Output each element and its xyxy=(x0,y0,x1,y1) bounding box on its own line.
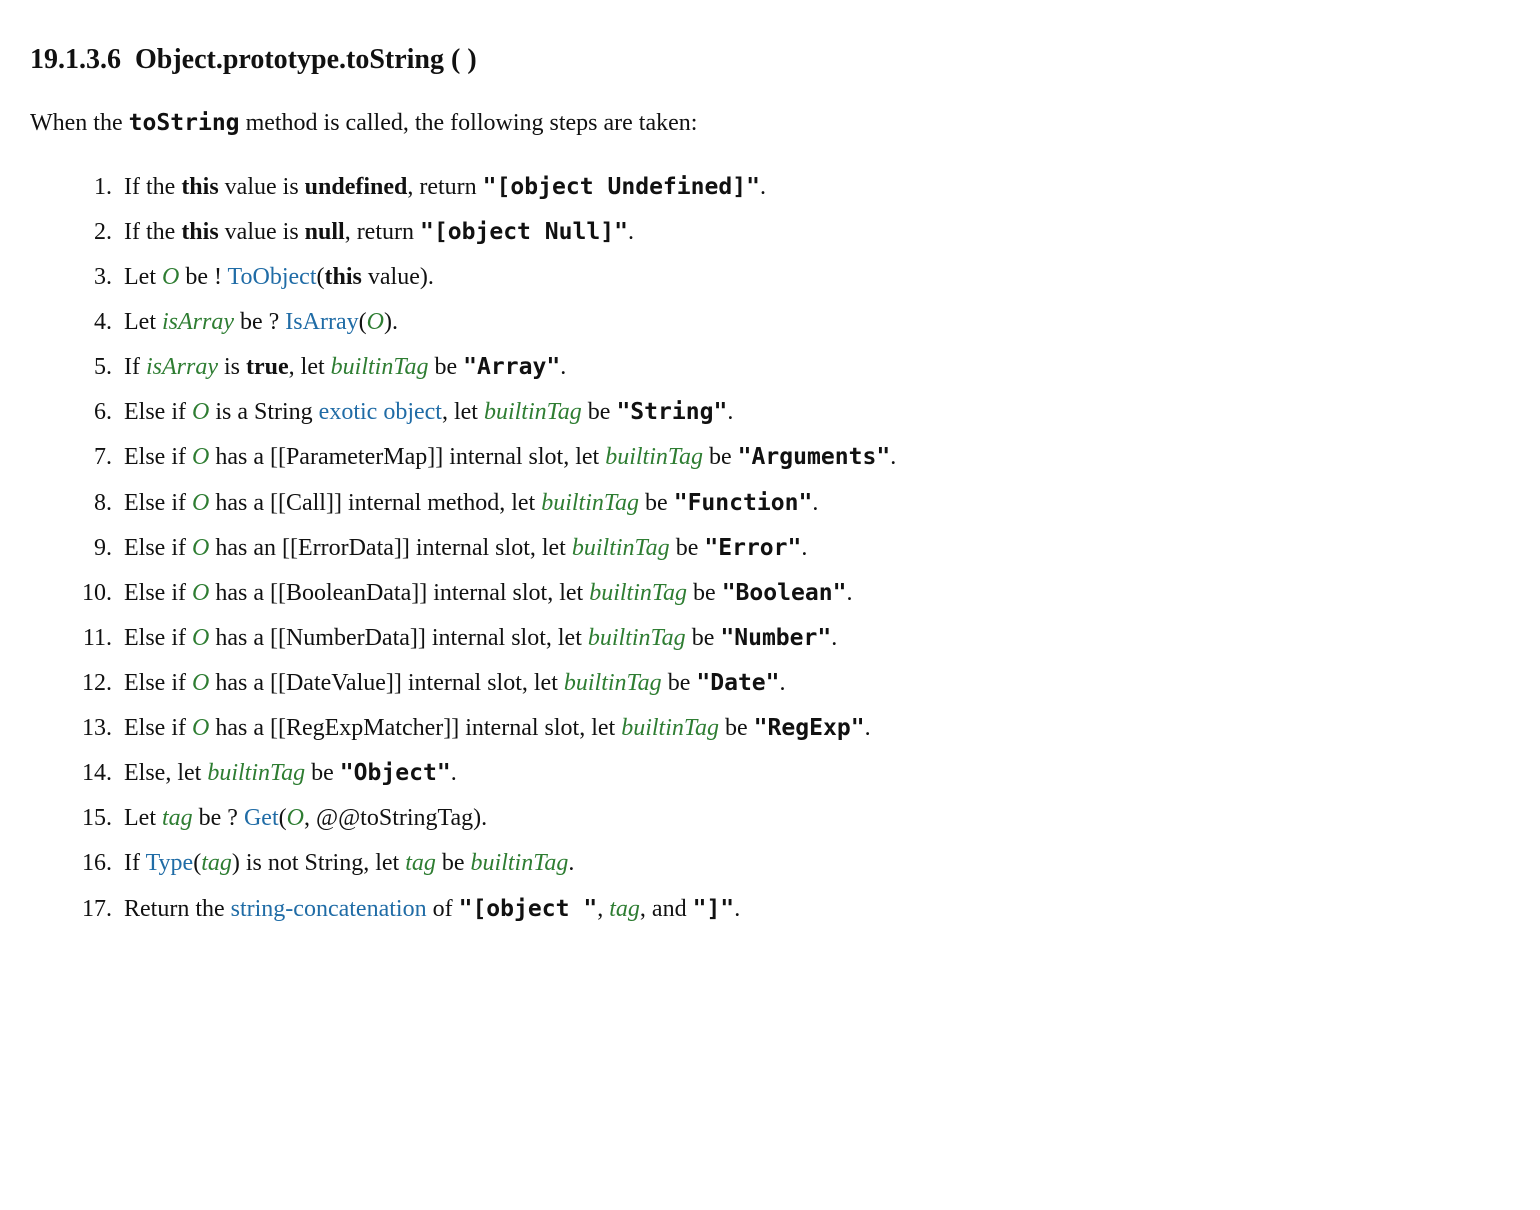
var-builtintag: builtinTag xyxy=(589,580,687,606)
undefined-keyword: undefined xyxy=(305,174,408,200)
tag-value: "Array" xyxy=(463,354,560,380)
var-O: O xyxy=(162,264,179,290)
step-17: Return the string-concatenation of "[obj… xyxy=(118,887,1510,932)
var-O: O xyxy=(192,625,209,651)
step-15: Let tag be ? Get(O, @@toStringTag). xyxy=(118,796,1510,841)
true-keyword: true xyxy=(246,354,289,380)
var-O: O xyxy=(287,805,304,831)
step-10: Else if O has a [[BooleanData]] internal… xyxy=(118,571,1510,616)
step-2: If the this value is null, return "[obje… xyxy=(118,210,1510,255)
var-isarray: isArray xyxy=(146,354,218,380)
step-4: Let isArray be ? IsArray(O). xyxy=(118,300,1510,345)
tag-value: "Object" xyxy=(340,760,451,786)
var-builtintag: builtinTag xyxy=(484,399,582,425)
var-tag: tag xyxy=(162,805,193,831)
var-O: O xyxy=(192,715,209,741)
get-link[interactable]: Get xyxy=(244,805,279,831)
step-12: Else if O has a [[DateValue]] internal s… xyxy=(118,661,1510,706)
tag-value: "RegExp" xyxy=(754,715,865,741)
type-link[interactable]: Type xyxy=(146,850,194,876)
section-title: Object.prototype.toString ( ) xyxy=(135,44,477,75)
var-O: O xyxy=(367,309,384,335)
exotic-object-link[interactable]: exotic object xyxy=(319,399,442,425)
var-tag: tag xyxy=(609,896,640,922)
var-builtintag: builtinTag xyxy=(564,670,662,696)
step-9: Else if O has an [[ErrorData]] internal … xyxy=(118,526,1510,571)
step-1: If the this value is undefined, return "… xyxy=(118,165,1510,210)
return-value: "[object Undefined]" xyxy=(483,174,760,200)
var-tag: tag xyxy=(405,850,436,876)
tag-value: "Number" xyxy=(720,625,831,651)
return-value: "[object Null]" xyxy=(420,219,628,245)
isarray-link[interactable]: IsArray xyxy=(285,309,358,335)
var-O: O xyxy=(192,399,209,425)
tag-value: "Error" xyxy=(704,535,801,561)
tag-value: "Arguments" xyxy=(738,444,891,470)
toobject-link[interactable]: ToObject xyxy=(228,264,317,290)
tag-value: "Date" xyxy=(696,670,779,696)
step-8: Else if O has a [[Call]] internal method… xyxy=(118,481,1510,526)
var-O: O xyxy=(192,490,209,516)
var-builtintag: builtinTag xyxy=(605,444,703,470)
this-keyword: this xyxy=(325,264,362,290)
tag-value: "Function" xyxy=(674,490,813,516)
section-heading: 19.1.3.6 Object.prototype.toString ( ) xyxy=(30,40,1510,79)
step-5: If isArray is true, let builtinTag be "A… xyxy=(118,345,1510,390)
algorithm-list: If the this value is undefined, return "… xyxy=(70,165,1510,932)
var-builtintag: builtinTag xyxy=(207,760,305,786)
null-keyword: null xyxy=(305,219,345,245)
var-builtintag: builtinTag xyxy=(331,354,429,380)
this-keyword: this xyxy=(181,174,218,200)
intro-method: toString xyxy=(129,110,240,136)
tag-value: "Boolean" xyxy=(722,580,847,606)
step-3: Let O be ! ToObject(this value). xyxy=(118,255,1510,300)
tag-value: "String" xyxy=(616,399,727,425)
var-builtintag: builtinTag xyxy=(588,625,686,651)
var-builtintag: builtinTag xyxy=(621,715,719,741)
step-14: Else, let builtinTag be "Object". xyxy=(118,751,1510,796)
var-builtintag: builtinTag xyxy=(541,490,639,516)
var-tag: tag xyxy=(201,850,232,876)
step-11: Else if O has a [[NumberData]] internal … xyxy=(118,616,1510,661)
intro-paragraph: When the toString method is called, the … xyxy=(30,107,1510,141)
var-isarray: isArray xyxy=(162,309,234,335)
var-O: O xyxy=(192,670,209,696)
var-O: O xyxy=(192,580,209,606)
step-13: Else if O has a [[RegExpMatcher]] intern… xyxy=(118,706,1510,751)
var-O: O xyxy=(192,535,209,561)
this-keyword: this xyxy=(181,219,218,245)
intro-text-1: When the xyxy=(30,110,129,136)
var-builtintag: builtinTag xyxy=(572,535,670,561)
intro-text-2: method is called, the following steps ar… xyxy=(240,110,698,136)
string-literal: "[object " xyxy=(459,896,598,922)
section-number: 19.1.3.6 xyxy=(30,44,121,75)
string-concatenation-link[interactable]: string-concatenation xyxy=(231,896,427,922)
var-builtintag: builtinTag xyxy=(471,850,569,876)
step-7: Else if O has a [[ParameterMap]] interna… xyxy=(118,435,1510,480)
string-literal: "]" xyxy=(693,896,735,922)
var-O: O xyxy=(192,444,209,470)
step-6: Else if O is a String exotic object, let… xyxy=(118,390,1510,435)
step-16: If Type(tag) is not String, let tag be b… xyxy=(118,841,1510,886)
